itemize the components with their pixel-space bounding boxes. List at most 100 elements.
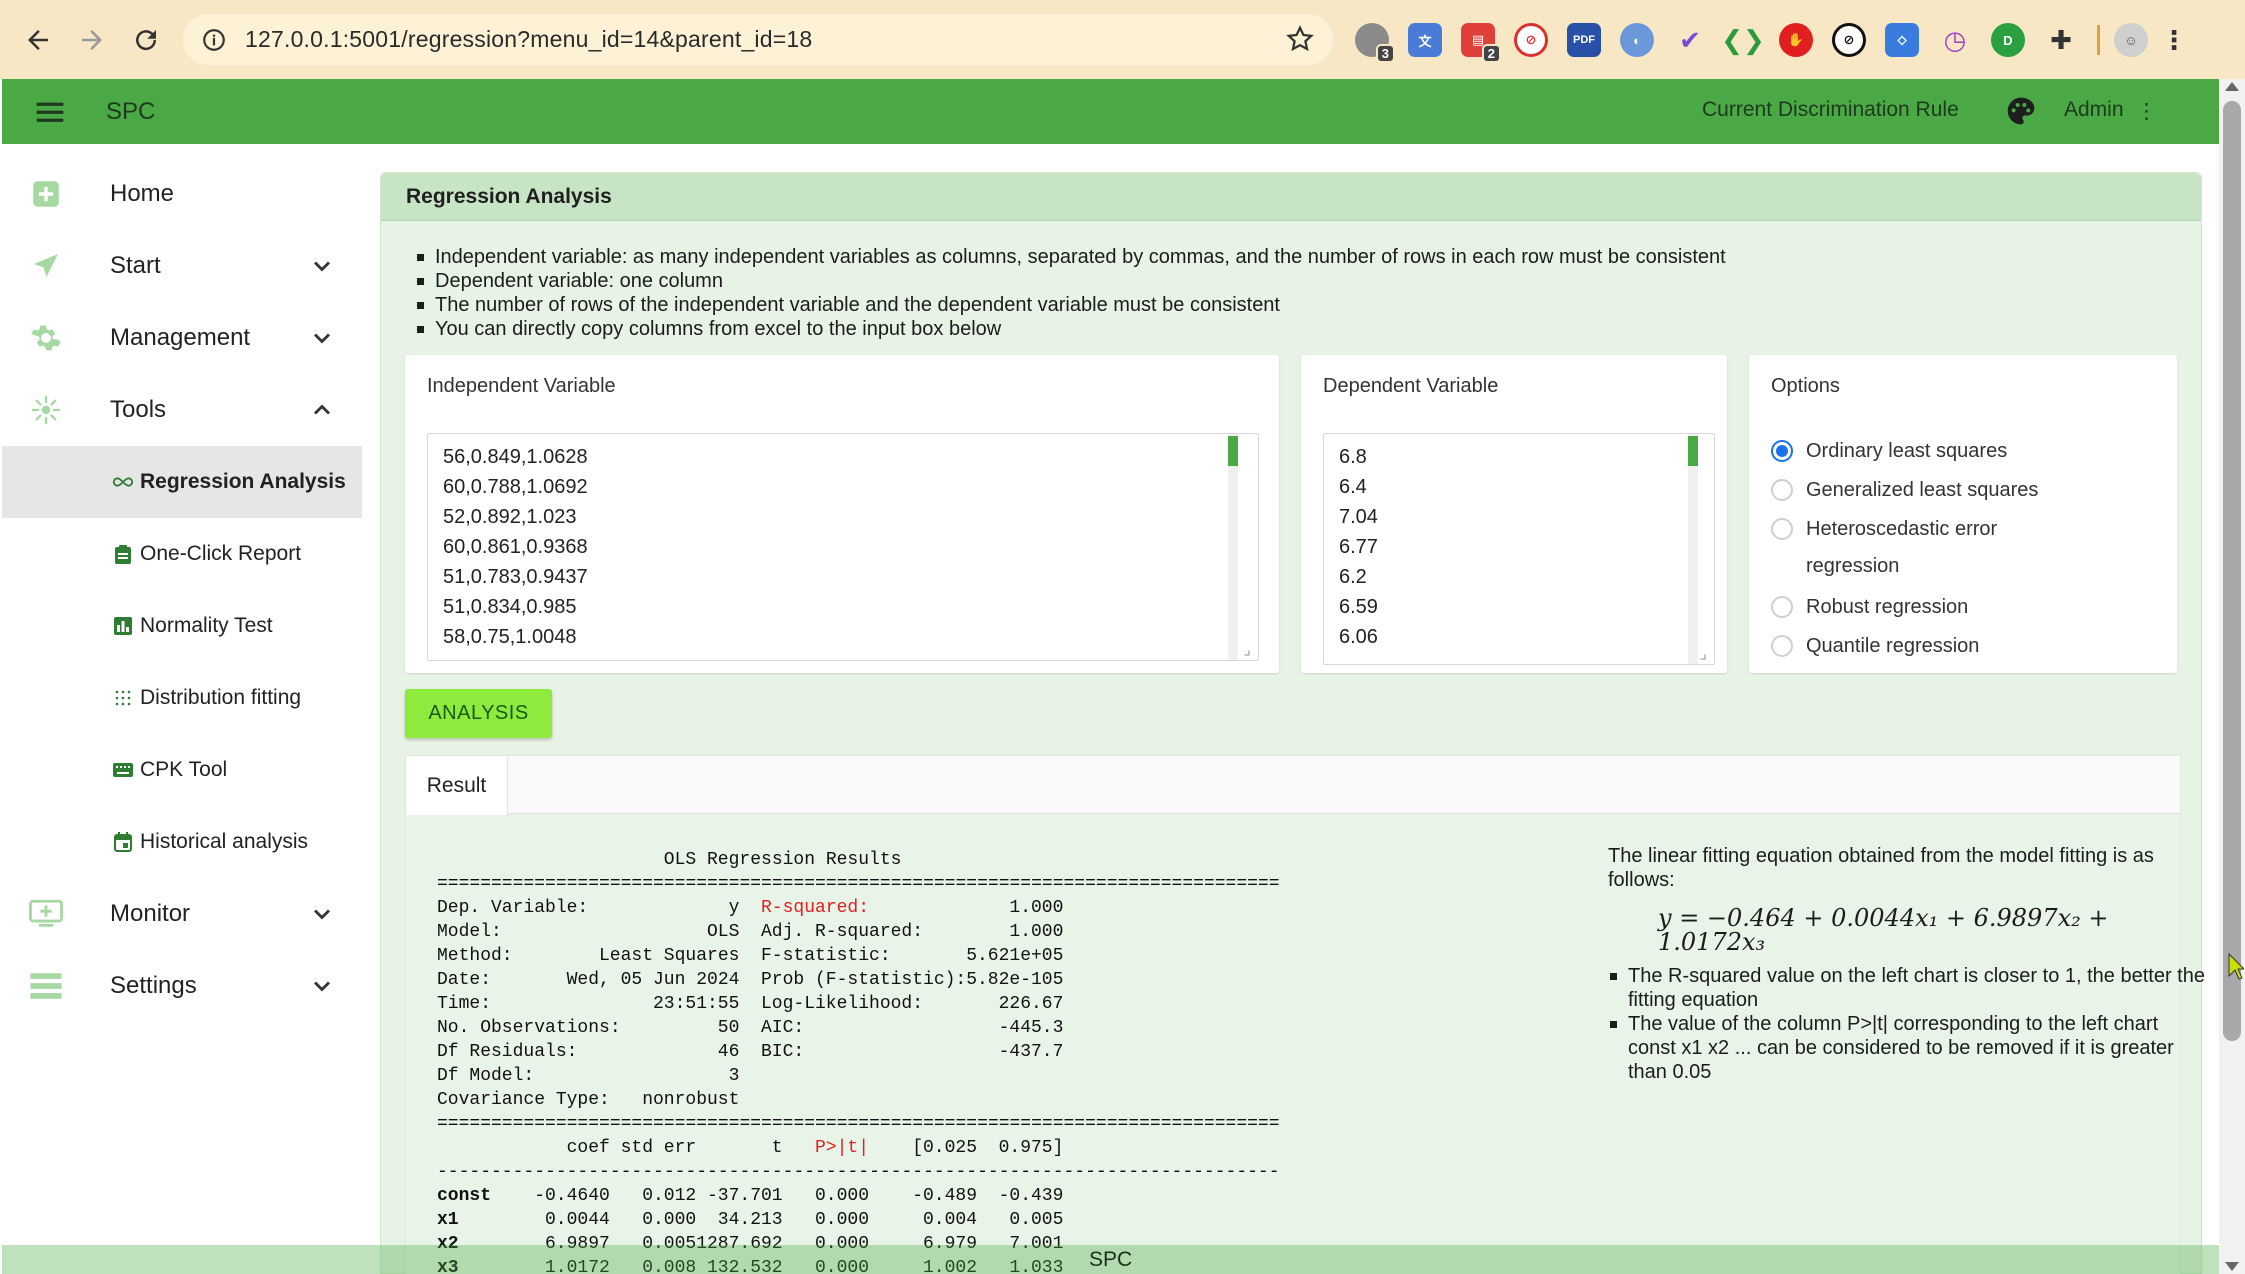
scroll-down-arrow[interactable]: [2225, 1262, 2239, 1271]
chevron-down-icon[interactable]: [308, 252, 336, 280]
coef-header: t: [771, 1138, 783, 1158]
chevron-down-icon[interactable]: [308, 972, 336, 1000]
sidebar-item-cpk-tool[interactable]: CPK Tool: [2, 734, 362, 806]
extension-pdf-icon[interactable]: PDF: [1567, 23, 1601, 57]
option-generalized-least-squares[interactable]: Generalized least squares: [1771, 472, 2038, 509]
stat-value: y: [728, 898, 740, 918]
sidebar-item-historical-analysis[interactable]: Historical analysis: [2, 806, 362, 878]
home-icon: [26, 174, 66, 214]
stat-value: 46: [717, 1042, 740, 1062]
current-rule-link[interactable]: Current Discrimination Rule: [1702, 98, 1959, 122]
coef-value: 0.0044: [545, 1210, 610, 1230]
radio-unselected[interactable]: [1771, 479, 1793, 501]
forward-button[interactable]: [68, 16, 116, 64]
explanation-item: The value of the column P>|t| correspond…: [1608, 1012, 2208, 1084]
tab-result[interactable]: Result: [406, 756, 508, 815]
dependent-variable-textarea[interactable]: 6.8 6.4 7.04 6.77 6.2 6.59 6.06: [1323, 433, 1715, 665]
app-title[interactable]: SPC: [106, 98, 155, 126]
sidebar-item-label: Monitor: [110, 900, 191, 927]
options-title: Options: [1771, 375, 1840, 397]
resize-handle[interactable]: [1244, 650, 1250, 656]
sidebar-item-distribution-fitting[interactable]: Distribution fitting: [2, 662, 362, 734]
textarea-scrollbar[interactable]: [1688, 434, 1698, 664]
data-line: 58,0.75,1.0048: [443, 626, 577, 648]
clipboard-icon: [112, 543, 134, 565]
stat-label: Model:: [437, 922, 502, 942]
extension-green-d-icon[interactable]: D: [1991, 23, 2025, 57]
url-text[interactable]: 127.0.0.1:5001/regression?menu_id=14&par…: [245, 26, 812, 53]
sidebar-item-one-click-report[interactable]: One-Click Report: [2, 518, 362, 590]
extension-search-icon[interactable]: 3: [1355, 23, 1395, 63]
keyboard-icon: [112, 759, 134, 781]
extension-puzzle-blue-icon[interactable]: ⬦: [1885, 23, 1919, 57]
sidebar-item-tools[interactable]: Tools: [2, 374, 362, 446]
user-menu[interactable]: Admin: [2064, 98, 2124, 122]
back-button[interactable]: [14, 16, 62, 64]
textarea-scroll-thumb[interactable]: [1688, 436, 1698, 466]
page-scroll-thumb[interactable]: [2223, 101, 2241, 1041]
chevron-down-icon[interactable]: [308, 324, 336, 352]
page-scrollbar[interactable]: [2219, 79, 2245, 1274]
sidebar-item-settings[interactable]: Settings: [2, 950, 362, 1022]
extension-slash-icon[interactable]: ⊘: [1832, 23, 1866, 57]
address-bar[interactable]: 127.0.0.1:5001/regression?menu_id=14&par…: [183, 14, 1333, 65]
sidebar-item-normality-test[interactable]: Normality Test: [2, 590, 362, 662]
stat-value: 3: [728, 1066, 740, 1086]
chevron-up-icon[interactable]: [308, 396, 336, 424]
reload-button[interactable]: [122, 16, 170, 64]
extension-calendar-icon[interactable]: ▤ 2: [1461, 23, 1501, 63]
coef-value: -0.489: [912, 1186, 977, 1206]
sidebar-item-label: Tools: [110, 396, 167, 423]
extension-translate-icon[interactable]: 文: [1408, 23, 1442, 57]
chevron-down-icon[interactable]: [308, 900, 336, 928]
send-icon: [26, 246, 66, 286]
sidebar-sub-label: Normality Test: [140, 614, 273, 637]
stat-value: 5.82e-105: [966, 970, 1064, 990]
radio-unselected[interactable]: [1771, 635, 1793, 657]
sidebar-item-management[interactable]: Management: [2, 302, 362, 374]
radio-unselected[interactable]: [1771, 596, 1793, 618]
sidebar-item-home[interactable]: Home: [2, 158, 362, 230]
option-ordinary-least-squares[interactable]: Ordinary least squares: [1771, 433, 2007, 470]
analysis-button[interactable]: ANALYSIS: [405, 689, 552, 738]
profile-avatar[interactable]: ☺: [2114, 23, 2148, 57]
radio-selected[interactable]: [1771, 440, 1793, 462]
gear-icon: [26, 318, 66, 358]
extension-check-icon[interactable]: ✔: [1673, 23, 1707, 57]
data-line: 51,0.783,0.9437: [443, 566, 588, 588]
site-info-icon[interactable]: [197, 23, 231, 57]
browser-menu-icon[interactable]: ⋮: [2161, 23, 2187, 57]
extension-history-icon[interactable]: ◷: [1938, 23, 1972, 57]
textarea-scroll-thumb[interactable]: [1228, 436, 1238, 466]
bookmark-star-icon[interactable]: [1285, 24, 1315, 54]
textarea-scrollbar[interactable]: [1228, 434, 1238, 660]
extension-block-icon[interactable]: ⊘: [1514, 23, 1548, 57]
option-quantile-regression[interactable]: Quantile regression: [1771, 628, 1979, 665]
resize-handle[interactable]: [1700, 654, 1706, 660]
option-robust-regression[interactable]: Robust regression: [1771, 589, 1968, 626]
coef-header: 0.975]: [998, 1138, 1064, 1158]
radio-unselected[interactable]: [1771, 518, 1793, 540]
hamburger-menu-icon[interactable]: [34, 96, 66, 128]
sidebar-item-monitor[interactable]: Monitor: [2, 878, 362, 950]
coef-name: x1: [437, 1210, 459, 1230]
monitor-icon: [26, 894, 66, 934]
stat-value: OLS: [707, 922, 740, 942]
palette-icon[interactable]: [2005, 95, 2037, 127]
option-heteroscedastic-error-regression[interactable]: Heteroscedastic error regression: [1771, 511, 2031, 585]
extension-stop-icon[interactable]: ✋: [1779, 23, 1813, 57]
data-line: 6.8: [1339, 446, 1367, 468]
sidebar-item-label: Management: [110, 324, 251, 351]
kebab-menu-icon[interactable]: ⋮: [2136, 99, 2157, 124]
extension-sphere-icon[interactable]: ◐: [1620, 23, 1654, 57]
dependent-variable-panel: Dependent Variable 6.8 6.4 7.04 6.77 6.2…: [1301, 355, 1727, 673]
independent-variable-textarea[interactable]: 56,0.849,1.0628 60,0.788,1.0692 52,0.892…: [427, 433, 1259, 661]
extension-leaf-icon[interactable]: ❮❯: [1721, 23, 1765, 57]
coef-value: 0.000: [642, 1210, 697, 1230]
data-line: 6.06: [1339, 626, 1378, 648]
data-line: 60,0.861,0.9368: [443, 536, 588, 558]
sidebar-item-regression-analysis[interactable]: Regression Analysis: [2, 446, 362, 518]
scroll-up-arrow[interactable]: [2225, 82, 2239, 91]
sidebar-item-start[interactable]: Start: [2, 230, 362, 302]
extensions-puzzle-icon[interactable]: ✚: [2044, 23, 2078, 57]
